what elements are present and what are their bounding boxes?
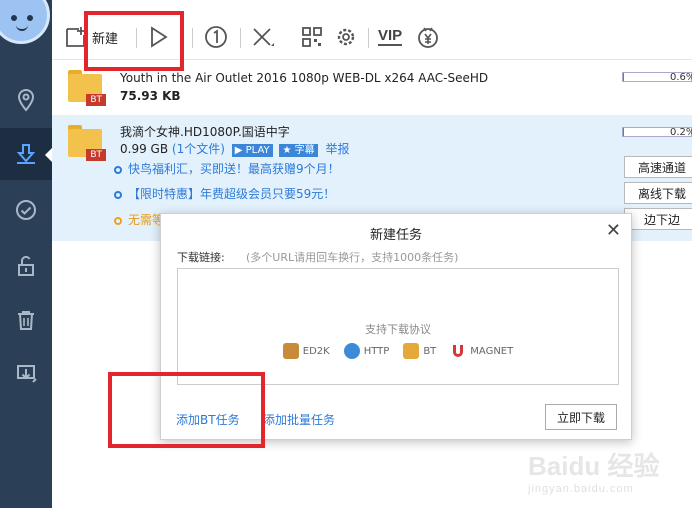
download-now-button[interactable]: 立即下载 (545, 404, 617, 430)
dialog-title: 新建任务 (369, 228, 422, 243)
protocol-http: HTTP (343, 343, 390, 359)
close-icon[interactable]: ✕ (606, 220, 621, 241)
subtitle-tag-label: 字幕 (294, 145, 315, 156)
protocol-label: ED2K (302, 345, 330, 357)
magnet-icon (453, 345, 464, 357)
bt-icon (403, 343, 420, 359)
bt-badge: BT (86, 94, 106, 106)
bt-folder-icon: BT (68, 70, 106, 106)
active-pointer (45, 148, 52, 162)
offline-download-button[interactable]: 离线下载 (624, 182, 692, 204)
task-size: 75.93 KB (120, 89, 181, 103)
protocol-magnet: MAGNET (450, 343, 513, 359)
start-button[interactable] (146, 22, 170, 52)
promo-text: 快鸟福利汇，买即送！最高获赠9个月！ (128, 162, 340, 176)
bt-badge: BT (86, 149, 106, 161)
sidebar-item-downloading[interactable] (0, 128, 52, 180)
new-task-dialog: 新建任务 ✕ 下载链接: (多个URL请用回车换行，支持1000条任务) 支持下… (160, 213, 632, 440)
bullet-icon (114, 165, 122, 174)
avatar-eye-right (27, 15, 33, 21)
number-one-circle-icon (205, 26, 227, 48)
high-speed-channel-button[interactable]: 高速通道 (624, 156, 692, 178)
play-while-download-button[interactable]: 边下边 (624, 208, 692, 230)
http-globe-icon (343, 343, 360, 359)
protocol-label: MAGNET (470, 345, 514, 357)
protocol-bt: BT (403, 343, 436, 359)
import-download-icon (17, 365, 37, 383)
watermark-sub: jingyan.baidu.com (528, 483, 634, 495)
toolbar-divider (240, 28, 241, 48)
single-task-button[interactable] (204, 22, 228, 52)
sidebar-item-private[interactable] (0, 240, 52, 292)
sidebar-item-completed[interactable] (0, 184, 52, 236)
toolbar-divider (368, 28, 369, 48)
bullet-icon (114, 190, 122, 199)
task-name: 我滴个女神.HD1080P.国语中字 (120, 125, 290, 139)
protocol-ed2k: ED2K (282, 343, 330, 359)
add-file-icon (66, 27, 85, 47)
url-input-area[interactable]: 支持下载协议 ED2K HTTP BT MAGNET (177, 268, 619, 385)
watermark: Baidu 经验 jingyan.baidu.com (528, 446, 659, 495)
download-link-hint: (多个URL请用回车换行，支持1000条任务) (246, 251, 459, 264)
qr-code-button[interactable] (300, 22, 324, 52)
download-link-label: 下载链接: (177, 251, 225, 264)
download-arrow-icon (16, 144, 36, 164)
sidebar-item-import[interactable] (0, 348, 52, 400)
play-tag[interactable]: ▶ PLAY (231, 144, 273, 157)
trash-icon (18, 311, 34, 330)
vip-button[interactable]: VIP (378, 22, 403, 52)
toolbar: 新建 VIP (52, 0, 692, 60)
yuan-coin-icon (418, 27, 438, 48)
report-link[interactable]: 举报 (325, 142, 349, 156)
location-pin-icon (17, 88, 35, 112)
sidebar-item-trash[interactable] (0, 294, 52, 346)
check-circle-icon (16, 200, 36, 220)
play-tag-label: PLAY (245, 145, 270, 156)
task-row[interactable]: BT Youth in the Air Outlet 2016 1080p WE… (52, 60, 692, 115)
promo-text: 【限时特惠】年费超级会员只要59元！ (128, 187, 336, 201)
sidebar (0, 0, 52, 508)
gear-icon (337, 28, 355, 46)
promo-item[interactable]: 快鸟福利汇，买即送！最高获赠9个月！ (114, 160, 340, 177)
protocol-label: BT (423, 345, 437, 357)
avatar-eye-left (11, 15, 17, 21)
protocol-title: 支持下载协议 (365, 323, 431, 336)
bt-folder-icon: BT (68, 125, 106, 161)
settings-button[interactable] (334, 22, 358, 52)
watermark-main: Baidu 经验 (528, 451, 660, 481)
task-size: 0.99 GB (120, 142, 169, 156)
add-bt-task-link[interactable]: 添加BT任务 (176, 411, 240, 428)
play-icon (151, 26, 168, 48)
vip-label: VIP (378, 27, 403, 46)
promo-item[interactable]: 【限时特惠】年费超级会员只要59元！ (114, 185, 335, 202)
avatar-mouth (16, 25, 28, 31)
progress-percent: 0.6% (670, 72, 692, 83)
progress-percent: 0.2% (670, 127, 692, 138)
protocol-list: ED2K HTTP BT MAGNET (178, 343, 618, 359)
file-count-link[interactable]: (1个文件) (172, 142, 225, 156)
unlock-icon (18, 255, 34, 276)
pricing-button[interactable] (416, 22, 440, 52)
protocol-label: HTTP (363, 345, 390, 357)
add-batch-task-link[interactable]: 添加批量任务 (263, 411, 335, 428)
toolbar-divider (136, 28, 137, 48)
sidebar-item-location[interactable] (0, 74, 52, 126)
delete-button[interactable] (250, 22, 274, 52)
new-task-label: 新建 (92, 31, 119, 47)
task-meta: 0.99 GB (1个文件) ▶ PLAY ★ 字幕 举报 (120, 140, 349, 157)
close-x-icon (253, 28, 274, 46)
new-task-button[interactable]: 新建 (64, 22, 118, 52)
task-name: Youth in the Air Outlet 2016 1080p WEB-D… (120, 71, 489, 85)
bullet-icon (114, 216, 122, 225)
avatar[interactable] (0, 0, 50, 44)
toolbar-divider (192, 28, 193, 48)
qr-code-icon (302, 27, 322, 47)
subtitle-tag[interactable]: ★ 字幕 (279, 144, 318, 157)
ed2k-icon (282, 343, 299, 359)
